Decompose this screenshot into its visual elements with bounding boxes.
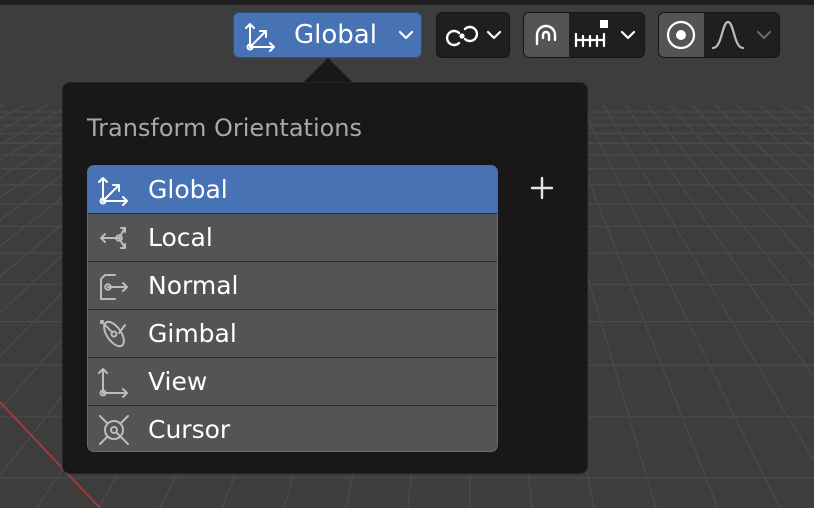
snap-magnet-icon: [535, 24, 557, 46]
orientation-global-icon: [245, 23, 275, 52]
falloff-smooth-curve-icon: [711, 20, 745, 50]
snapping-group: [523, 12, 645, 58]
orientation-label: Global: [148, 175, 228, 204]
orientation-item-gimbal[interactable]: Gimbal: [88, 310, 497, 358]
orientation-gimbal-icon: [100, 320, 126, 348]
orientation-item-normal[interactable]: Normal: [88, 262, 497, 310]
orientation-local-icon: [100, 227, 126, 249]
snap-increment-icon: [574, 20, 608, 48]
orientation-item-global[interactable]: Global: [88, 166, 497, 214]
pivot-link-icon: [445, 25, 479, 47]
orientation-item-local[interactable]: Local: [88, 214, 497, 262]
transform-orientations-popover: Transform Orientations Global Local Norm…: [62, 82, 588, 474]
proportional-editing-group: [658, 12, 780, 58]
plus-icon[interactable]: [525, 171, 559, 205]
orientation-normal-icon: [100, 274, 128, 300]
chevron-down-icon: [486, 30, 502, 40]
proportional-edit-toggle[interactable]: [659, 13, 704, 57]
orientation-cursor-icon: [99, 415, 129, 445]
orientation-label: View: [148, 367, 208, 396]
chevron-down-icon: [398, 30, 414, 40]
popover-arrow: [303, 58, 353, 83]
falloff-dropdown[interactable]: [704, 13, 779, 57]
snap-toggle-button[interactable]: [524, 13, 569, 57]
orientation-item-cursor[interactable]: Cursor: [88, 406, 497, 451]
orientation-label: Local: [148, 223, 213, 252]
transform-orientation-label: Global: [294, 20, 377, 50]
orientation-item-view[interactable]: View: [88, 358, 497, 406]
orientation-label: Cursor: [148, 415, 231, 444]
proportional-edit-icon: [666, 20, 696, 50]
chevron-down-icon: [620, 30, 636, 40]
orientation-global-icon: [98, 177, 128, 206]
header-top-edge: [0, 0, 814, 5]
orientation-view-icon: [98, 368, 128, 398]
pivot-point-dropdown[interactable]: [436, 12, 510, 58]
snap-element-dropdown[interactable]: [569, 13, 644, 57]
orientation-label: Normal: [148, 271, 239, 300]
orientation-label: Gimbal: [148, 319, 237, 348]
popover-title: Transform Orientations: [87, 114, 363, 142]
transform-orientation-dropdown[interactable]: Global: [233, 12, 422, 58]
orientation-list: Global Local Normal Gimbal View Cursor: [87, 165, 498, 452]
chevron-down-icon: [756, 30, 772, 40]
